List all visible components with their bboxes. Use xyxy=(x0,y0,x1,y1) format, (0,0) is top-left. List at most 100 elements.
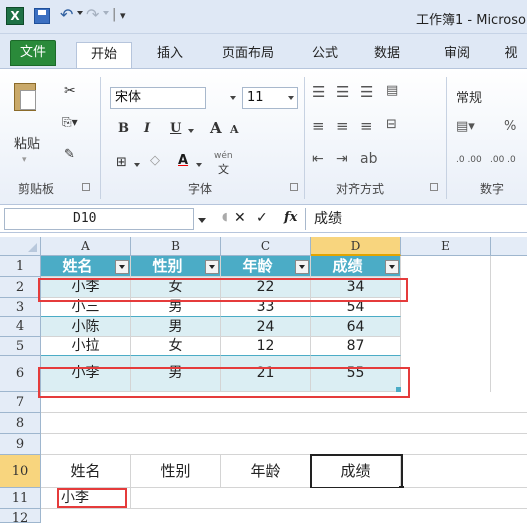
column-header-f[interactable] xyxy=(491,237,527,256)
row-header-1[interactable]: 1 xyxy=(0,256,41,277)
table-cell[interactable]: 33 xyxy=(221,298,311,317)
alignment-launcher-icon[interactable] xyxy=(430,183,438,191)
grow-font-button[interactable]: A xyxy=(210,119,222,137)
column-header-b[interactable]: B xyxy=(131,237,221,256)
criteria-header-cell[interactable]: 年龄 xyxy=(221,455,311,488)
tab-data[interactable]: 数据 xyxy=(366,42,408,68)
wrap-text-icon[interactable]: ▤ xyxy=(386,83,398,98)
column-header-a[interactable]: A xyxy=(41,237,131,256)
italic-button[interactable]: I xyxy=(144,121,150,136)
table-cell[interactable]: 男 xyxy=(131,298,221,317)
align-middle-icon[interactable]: ☰ xyxy=(336,83,349,101)
number-format-select[interactable]: 常规 xyxy=(456,87,482,106)
row-header-4[interactable]: 4 xyxy=(0,317,41,337)
row-header-8[interactable]: 8 xyxy=(0,413,41,434)
underline-button[interactable]: U xyxy=(170,121,181,136)
confirm-entry-button[interactable]: ✓ xyxy=(256,210,268,226)
filter-dropdown-icon[interactable] xyxy=(385,260,399,274)
empty-cell[interactable] xyxy=(401,455,527,488)
table-cell[interactable]: 54 xyxy=(311,298,401,317)
insert-function-button[interactable]: fx xyxy=(284,210,297,225)
cancel-entry-button[interactable]: ✕ xyxy=(234,210,246,226)
align-top-icon[interactable]: ☰ xyxy=(312,83,325,101)
tab-formulas[interactable]: 公式 xyxy=(304,42,346,68)
empty-row[interactable] xyxy=(41,413,527,434)
name-box-dropdown-icon[interactable] xyxy=(198,218,206,223)
row-header-6[interactable]: 6 xyxy=(0,356,41,392)
table-cell[interactable]: 小李 xyxy=(41,356,131,392)
table-cell[interactable]: 男 xyxy=(131,356,221,392)
table-cell[interactable]: 22 xyxy=(221,277,311,298)
table-cell[interactable]: 男 xyxy=(131,317,221,337)
row-header-7[interactable]: 7 xyxy=(0,392,41,413)
redo-icon[interactable]: ↷ xyxy=(86,5,99,24)
decrease-indent-icon[interactable]: ⇤ xyxy=(312,151,324,167)
bold-button[interactable]: B xyxy=(118,121,129,136)
paste-icon[interactable] xyxy=(14,83,36,111)
table-cell[interactable]: 87 xyxy=(311,337,401,356)
customize-quick-access-button[interactable]: ▾ xyxy=(120,9,126,22)
table-cell[interactable]: 小三 xyxy=(41,298,131,317)
row-header-10[interactable]: 10 xyxy=(0,455,41,488)
column-header-d[interactable]: D xyxy=(311,237,401,256)
name-box[interactable]: D10 xyxy=(4,208,194,230)
paste-button-label[interactable]: 粘贴 xyxy=(14,133,40,152)
row-header-3[interactable]: 3 xyxy=(0,298,41,317)
select-all-button[interactable] xyxy=(0,237,41,256)
table-cell[interactable]: 小陈 xyxy=(41,317,131,337)
excel-logo-icon[interactable]: X xyxy=(6,7,24,25)
font-name-select[interactable]: 宋体 xyxy=(110,87,206,109)
empty-row[interactable] xyxy=(131,488,527,509)
row-header-12[interactable]: 12 xyxy=(0,509,41,523)
border-dropdown-icon[interactable] xyxy=(134,163,140,167)
criteria-header-cell[interactable]: 性别 xyxy=(131,455,221,488)
table-cell[interactable]: 64 xyxy=(311,317,401,337)
filter-dropdown-icon[interactable] xyxy=(115,260,129,274)
font-name-dropdown-icon[interactable] xyxy=(230,96,236,100)
tab-review[interactable]: 审阅 xyxy=(436,42,478,68)
phonetic-guide-icon[interactable]: wén xyxy=(214,151,233,161)
row-header-11[interactable]: 11 xyxy=(0,488,41,509)
filter-dropdown-icon[interactable] xyxy=(205,260,219,274)
tab-view[interactable]: 视 xyxy=(498,42,524,68)
increase-indent-icon[interactable]: ⇥ xyxy=(336,151,348,167)
table-cell[interactable]: 24 xyxy=(221,317,311,337)
border-icon[interactable]: ⊞ xyxy=(116,155,127,170)
copy-icon[interactable]: ⎘▾ xyxy=(62,115,78,130)
cut-icon[interactable]: ✂ xyxy=(64,83,76,99)
clipboard-launcher-icon[interactable] xyxy=(82,183,90,191)
align-center-icon[interactable]: ≡ xyxy=(336,117,349,135)
empty-row[interactable] xyxy=(41,434,527,455)
formula-input[interactable]: 成绩 xyxy=(305,208,527,230)
font-color-icon[interactable]: A xyxy=(178,153,188,168)
table-cell[interactable]: 12 xyxy=(221,337,311,356)
save-icon[interactable] xyxy=(34,8,50,24)
orientation-icon[interactable]: ab xyxy=(360,151,377,167)
criteria-header-cell[interactable]: 姓名 xyxy=(41,455,131,488)
column-header-c[interactable]: C xyxy=(221,237,311,256)
fill-color-icon[interactable]: ◇ xyxy=(150,153,160,168)
table-cell[interactable]: 女 xyxy=(131,337,221,356)
empty-row[interactable] xyxy=(41,509,527,523)
font-size-dropdown-icon[interactable] xyxy=(288,96,294,100)
tab-page-layout[interactable]: 页面布局 xyxy=(212,42,284,68)
criteria-value-cell[interactable]: 小李 xyxy=(41,488,131,509)
table-cell[interactable]: 21 xyxy=(221,356,311,392)
format-painter-icon[interactable]: ✎ xyxy=(64,147,75,162)
undo-icon[interactable]: ↶ xyxy=(60,5,73,24)
tab-file[interactable]: 文件 xyxy=(10,40,56,66)
tab-home[interactable]: 开始 xyxy=(76,42,132,68)
empty-row[interactable] xyxy=(41,392,527,413)
column-header-e[interactable]: E xyxy=(401,237,491,256)
table-cell[interactable]: 34 xyxy=(311,277,401,298)
empty-cell[interactable] xyxy=(491,256,527,392)
undo-dropdown-icon[interactable] xyxy=(77,11,83,15)
align-right-icon[interactable]: ≡ xyxy=(360,117,373,135)
align-left-icon[interactable]: ≡ xyxy=(312,117,325,135)
table-cell[interactable]: 小拉 xyxy=(41,337,131,356)
font-color-dropdown-icon[interactable] xyxy=(196,163,202,167)
row-header-5[interactable]: 5 xyxy=(0,337,41,356)
shrink-font-button[interactable]: A xyxy=(230,123,239,136)
underline-dropdown-icon[interactable] xyxy=(188,129,194,133)
merge-center-icon[interactable]: ⊟ xyxy=(386,117,397,132)
